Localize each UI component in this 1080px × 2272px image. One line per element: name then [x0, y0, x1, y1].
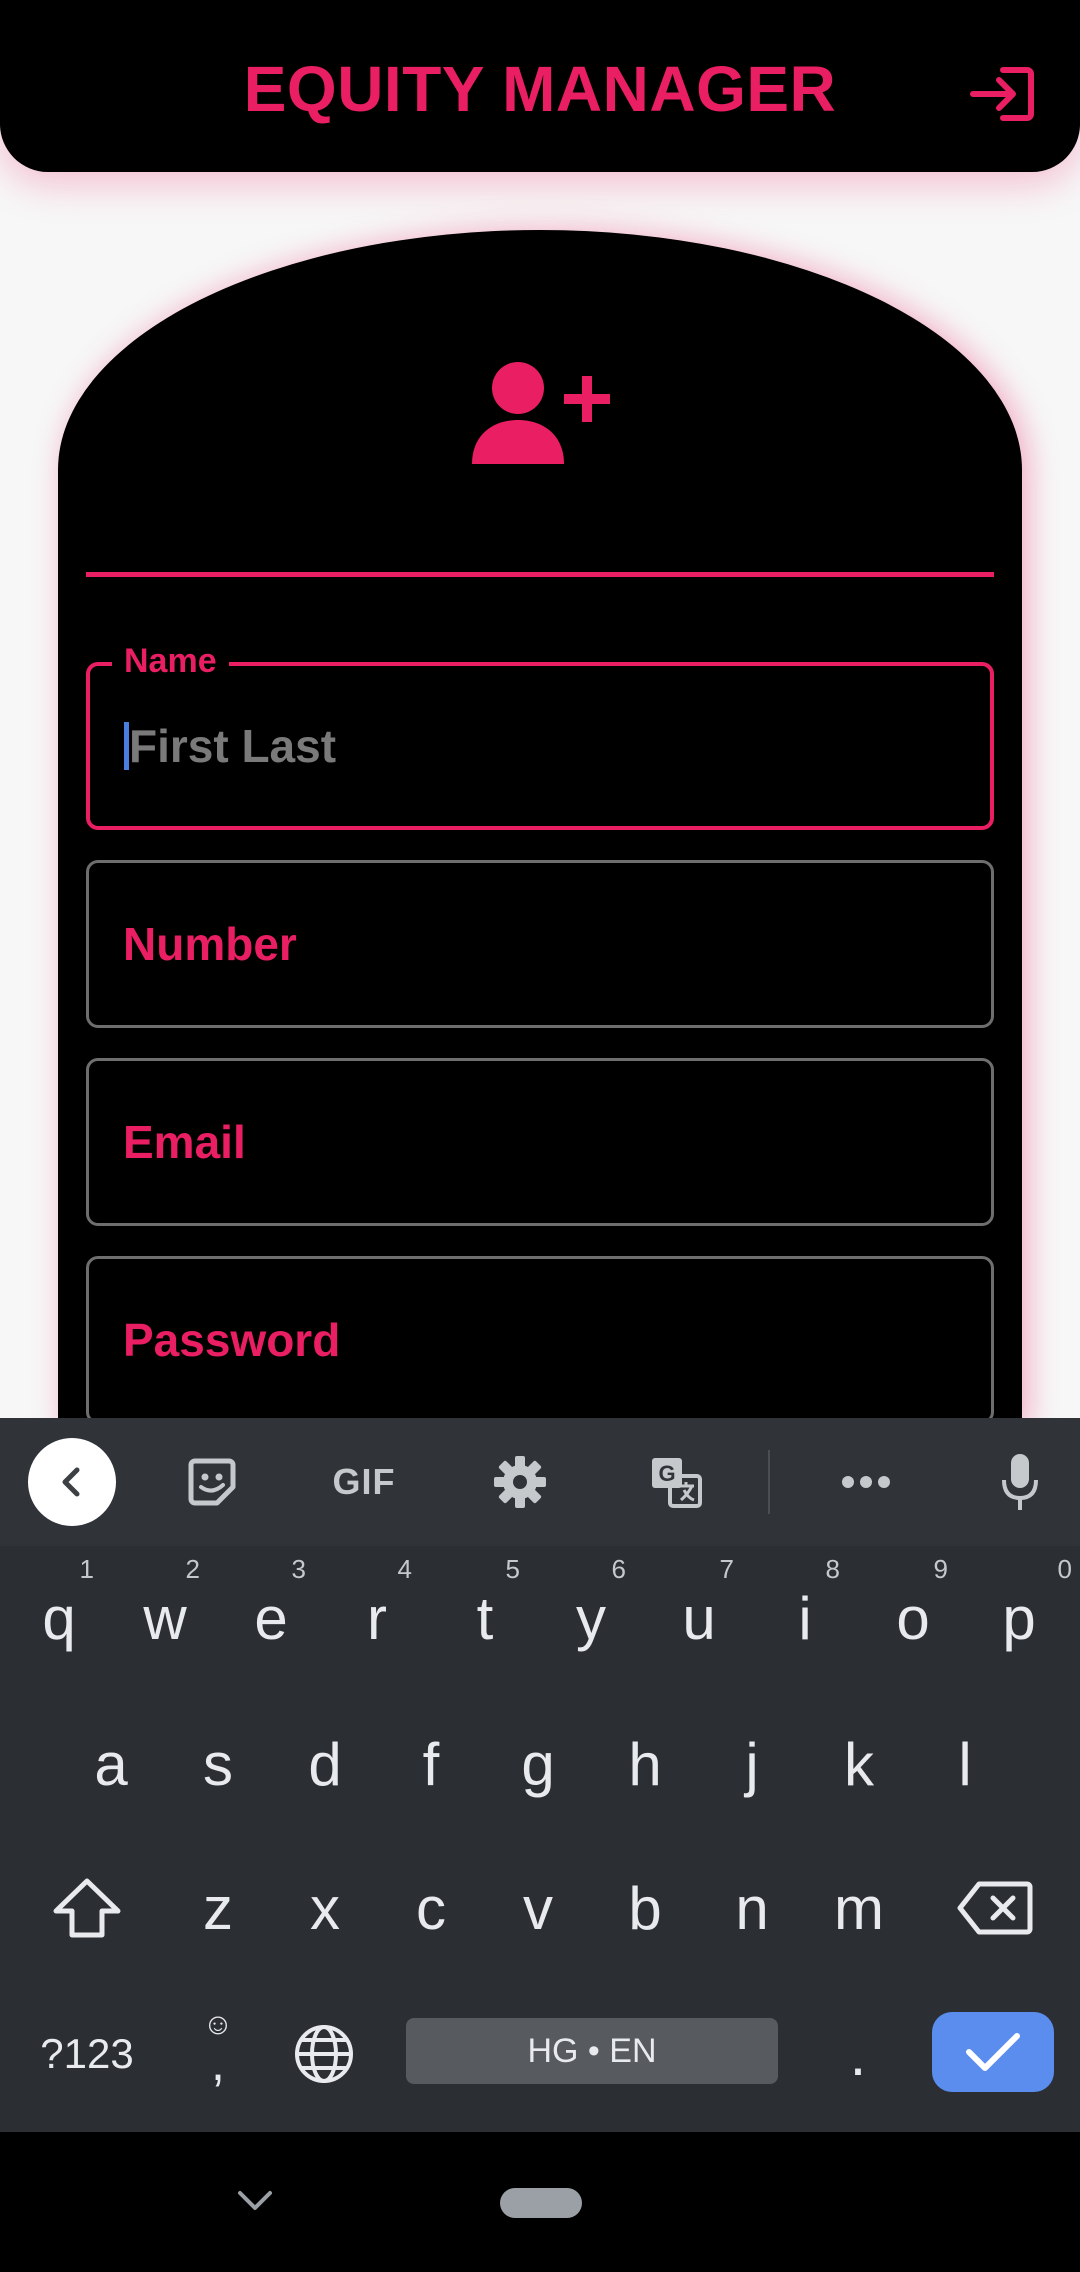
- key-q[interactable]: q1: [6, 1548, 112, 1688]
- key-i[interactable]: i8: [752, 1548, 858, 1688]
- symbols-key[interactable]: ?123: [22, 1984, 152, 2124]
- app-title: EQUITY MANAGER: [243, 53, 837, 125]
- key-c[interactable]: c: [378, 1838, 484, 1978]
- name-field[interactable]: Name First Last: [86, 642, 994, 830]
- enter-key[interactable]: [932, 2012, 1054, 2092]
- password-field[interactable]: Password: [86, 1256, 994, 1424]
- name-placeholder: First Last: [129, 720, 337, 772]
- key-e[interactable]: e3: [218, 1548, 324, 1688]
- toolbar-separator: [768, 1450, 770, 1514]
- translate-icon[interactable]: G: [632, 1438, 720, 1526]
- key-u[interactable]: u7: [646, 1548, 752, 1688]
- card-divider: [86, 572, 994, 577]
- key-r[interactable]: r4: [324, 1548, 430, 1688]
- key-l[interactable]: l: [912, 1694, 1018, 1834]
- system-nav-bar: [0, 2132, 1080, 2272]
- key-k[interactable]: k: [806, 1694, 912, 1834]
- home-pill[interactable]: [500, 2188, 582, 2218]
- name-input[interactable]: First Last: [124, 719, 336, 773]
- number-field[interactable]: Number: [86, 860, 994, 1028]
- key-d[interactable]: d: [272, 1694, 378, 1834]
- space-key[interactable]: HG • EN: [406, 2018, 778, 2084]
- email-label: Email: [123, 1116, 246, 1168]
- gif-button[interactable]: GIF: [320, 1438, 408, 1526]
- key-p[interactable]: p0: [966, 1548, 1072, 1688]
- app-bar: EQUITY MANAGER: [0, 0, 1080, 172]
- key-w[interactable]: w2: [112, 1548, 218, 1688]
- password-label: Password: [123, 1314, 341, 1366]
- gear-icon[interactable]: [476, 1438, 564, 1526]
- soft-keyboard: GIF G q 1 w 2 e 3 r 4 t 5 y 6 u 7 i 8 o …: [0, 1418, 1080, 2132]
- key-v[interactable]: v: [485, 1838, 591, 1978]
- chevron-down-icon[interactable]: [230, 2176, 280, 2226]
- key-y[interactable]: y6: [538, 1548, 644, 1688]
- key-o[interactable]: o9: [860, 1548, 966, 1688]
- login-arrow-icon[interactable]: [964, 56, 1040, 132]
- more-icon[interactable]: [822, 1438, 910, 1526]
- email-field[interactable]: Email: [86, 1058, 994, 1226]
- keyboard-toolbar: GIF G: [0, 1418, 1080, 1546]
- backspace-icon[interactable]: [936, 1838, 1054, 1978]
- check-icon: [966, 2033, 1020, 2071]
- number-label: Number: [123, 918, 297, 970]
- key-s[interactable]: s: [165, 1694, 271, 1834]
- microphone-icon[interactable]: [976, 1438, 1064, 1526]
- key-z[interactable]: z: [165, 1838, 271, 1978]
- emoji-comma-key[interactable]: ☺ ,: [170, 1984, 266, 2124]
- key-f[interactable]: f: [378, 1694, 484, 1834]
- key-a[interactable]: a: [58, 1694, 164, 1834]
- key-j[interactable]: j: [699, 1694, 805, 1834]
- add-user-icon: [470, 360, 610, 470]
- name-label: Name: [112, 642, 229, 681]
- key-m[interactable]: m: [806, 1838, 912, 1978]
- key-t[interactable]: t5: [432, 1548, 538, 1688]
- sticker-icon[interactable]: [168, 1438, 256, 1526]
- key-x[interactable]: x: [272, 1838, 378, 1978]
- key-h[interactable]: h: [592, 1694, 698, 1834]
- period-key[interactable]: .: [808, 1984, 908, 2124]
- key-b[interactable]: b: [592, 1838, 698, 1978]
- key-n[interactable]: n: [699, 1838, 805, 1978]
- globe-icon[interactable]: [276, 1984, 372, 2124]
- shift-icon[interactable]: [32, 1838, 142, 1978]
- svg-text:G: G: [658, 1461, 675, 1486]
- key-g[interactable]: g: [485, 1694, 591, 1834]
- chevron-left-icon[interactable]: [28, 1438, 116, 1526]
